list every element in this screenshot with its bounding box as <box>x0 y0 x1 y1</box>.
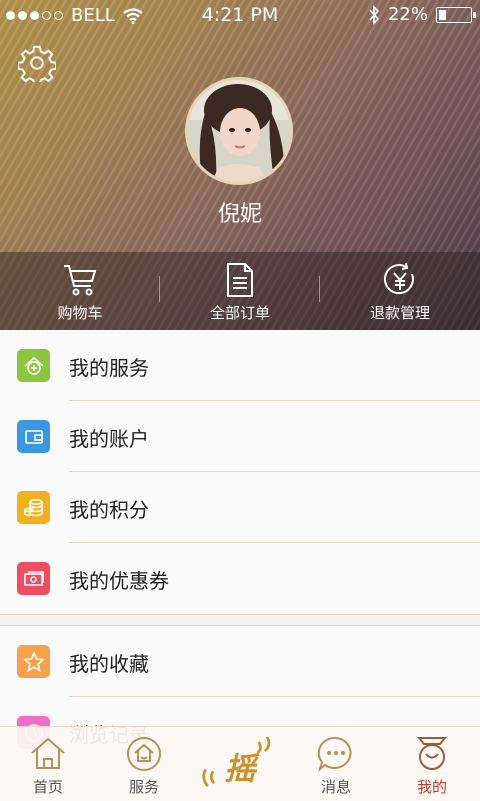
menu-item-label: 我的收藏 <box>69 652 149 676</box>
tab-service[interactable]: 服务 <box>96 727 192 801</box>
message-icon <box>317 736 352 772</box>
avatar[interactable] <box>185 77 293 185</box>
tab-bar: 首页 服务 摇 消息 我的 <box>0 726 480 801</box>
bluetooth-icon <box>369 4 380 25</box>
shake-label: 摇 <box>224 752 260 788</box>
menu-item-label: 我的优惠券 <box>69 569 169 593</box>
tab-label: 首页 <box>32 778 63 796</box>
profile-header: BELL 4:21 PM 22% 倪妮 购物车 全部订单 退款管理 <box>0 0 480 330</box>
house-service-icon <box>17 349 50 382</box>
quick-action-label: 退款管理 <box>369 304 430 322</box>
tab-home[interactable]: 首页 <box>0 727 96 801</box>
menu-item-my-account[interactable]: 我的账户 <box>0 401 480 472</box>
tab-message[interactable]: 消息 <box>288 727 384 801</box>
service-icon <box>127 737 161 771</box>
battery-percent: 22% <box>387 4 428 25</box>
menu-item-my-points[interactable]: 我的积分 <box>0 472 480 543</box>
order-list-icon <box>227 263 253 297</box>
cart-icon <box>64 265 97 296</box>
quick-action-orders[interactable]: 全部订单 <box>160 252 320 330</box>
tab-label: 服务 <box>128 778 159 796</box>
me-icon <box>416 737 448 770</box>
quick-actions-bar: 购物车 全部订单 退款管理 <box>0 252 480 330</box>
quick-action-refund[interactable]: 退款管理 <box>320 252 480 330</box>
menu-item-my-coupons[interactable]: 我的优惠券 <box>0 543 480 614</box>
status-bar: BELL 4:21 PM 22% <box>0 0 480 30</box>
menu-item-my-favorites[interactable]: 我的收藏 <box>0 626 480 697</box>
shake-icon: 摇 <box>202 737 271 788</box>
quick-action-cart[interactable]: 购物车 <box>0 252 160 330</box>
coupon-icon <box>17 562 50 595</box>
battery-icon <box>436 6 476 23</box>
avatar-portrait <box>188 80 290 182</box>
tab-label: 消息 <box>320 778 351 796</box>
wallet-icon <box>17 420 50 453</box>
tab-shake[interactable]: 摇 <box>192 727 288 801</box>
menu-item-label: 我的积分 <box>69 498 149 522</box>
menu-item-label: 我的账户 <box>69 427 149 451</box>
home-icon <box>31 737 65 769</box>
refund-yen-icon <box>383 262 414 295</box>
section-gap <box>0 614 480 626</box>
menu-group-primary: 我的服务 我的账户 我的积分 我的优惠券 <box>0 330 480 614</box>
settings-gear-icon[interactable] <box>18 44 56 82</box>
menu-item-label: 我的服务 <box>69 356 149 380</box>
tab-label: 我的 <box>416 778 447 796</box>
tab-me[interactable]: 我的 <box>384 727 480 801</box>
quick-action-label: 购物车 <box>57 304 103 322</box>
star-icon <box>17 645 50 678</box>
quick-action-label: 全部订单 <box>209 304 270 322</box>
menu-item-my-services[interactable]: 我的服务 <box>0 330 480 401</box>
coins-icon <box>17 491 50 524</box>
menu-list: 我的服务 我的账户 我的积分 我的优惠券 我的收藏 <box>0 330 480 768</box>
user-name: 倪妮 <box>217 202 262 227</box>
